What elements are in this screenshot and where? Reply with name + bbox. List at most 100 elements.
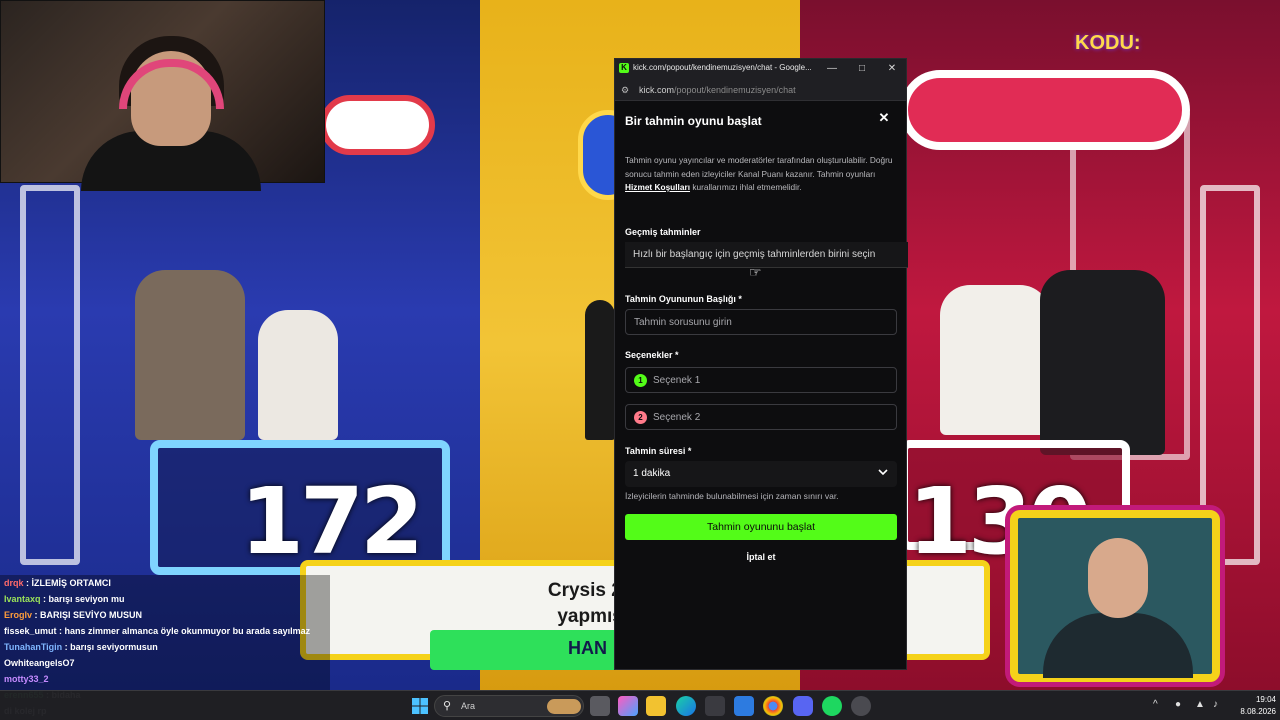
chat-username[interactable]: Ivantaxq xyxy=(4,594,41,604)
option-2-badge: 2 xyxy=(634,411,647,424)
chat-username[interactable]: motty33_2 xyxy=(4,674,49,684)
chat-message: fissek_umut : hans zimmer almanca öyle o… xyxy=(0,623,330,639)
duration-value: 1 dakika xyxy=(633,468,671,479)
decor-pill xyxy=(320,95,435,155)
volume-icon[interactable]: ♪ xyxy=(1213,699,1218,710)
chevron-down-icon xyxy=(878,469,888,476)
taskbar-clock[interactable]: 19:04 8.08.2026 xyxy=(1232,694,1276,718)
history-dropdown[interactable]: Hızlı bir başlangıç için geçmiş tahminle… xyxy=(625,242,908,268)
kick-favicon-icon: K xyxy=(619,63,629,73)
mail-icon[interactable] xyxy=(734,696,754,716)
option-1-input[interactable] xyxy=(653,372,883,388)
terms-link[interactable]: Hizmet Koşulları xyxy=(625,182,690,192)
modal-description: Tahmin oyunu yayıncılar ve moderatörler … xyxy=(625,154,895,195)
url-text[interactable]: kick.com/popout/kendinemuzisyen/chat xyxy=(639,85,796,95)
discord-icon[interactable] xyxy=(793,696,813,716)
chat-message: TunahanTigin : barışı seviyormusun xyxy=(0,639,330,655)
store-icon[interactable] xyxy=(705,696,725,716)
chat-message: drqk : İZLEMİŞ ORTAMCI xyxy=(0,575,330,591)
app-icon[interactable] xyxy=(851,696,871,716)
chat-message: OwhiteangelsO7 xyxy=(0,655,330,671)
chat-username[interactable]: fissek_umut xyxy=(4,626,57,636)
screen: 172 130 Crysis 2, COD:MW2 g yapmış olan … xyxy=(0,0,1280,720)
cancel-button[interactable]: İptal et xyxy=(625,549,897,565)
chat-message: motty33_2 xyxy=(0,671,330,687)
duration-label: Tahmin süresi * xyxy=(625,446,692,456)
tray-chevron-icon[interactable]: ^ xyxy=(1153,699,1158,710)
answer-text: HAN xyxy=(568,638,607,658)
chat-text: barışı seviyon mu xyxy=(48,594,125,604)
chat-username[interactable]: drqk xyxy=(4,578,24,588)
chat-separator: : xyxy=(32,610,41,620)
description-text: Tahmin oyunu yayıncılar ve moderatörler … xyxy=(625,155,893,179)
chat-text: barışı seviyormusun xyxy=(70,642,158,652)
chat-separator: : xyxy=(23,578,32,588)
url-path: /popout/kendinemuzisyen/chat xyxy=(674,85,796,95)
chat-separator: : xyxy=(56,626,65,636)
score-left: 172 xyxy=(240,468,424,575)
search-icon: ⚲ xyxy=(443,700,452,712)
site-settings-icon[interactable]: ⚙ xyxy=(621,84,633,96)
title-field[interactable] xyxy=(625,309,897,335)
chat-username[interactable]: OwhiteangelsO7 xyxy=(4,658,75,668)
stage-stripe xyxy=(1200,185,1260,565)
wifi-icon[interactable]: ▲ xyxy=(1195,699,1205,710)
mouse-cursor-icon: ☞ xyxy=(749,264,762,280)
task-view-icon[interactable] xyxy=(590,696,610,716)
chrome-icon[interactable] xyxy=(763,696,783,716)
browser-popup-window[interactable]: K kick.com/popout/kendinemuzisyen/chat -… xyxy=(614,58,908,670)
title-label: Tahmin Oyununun Başlığı * xyxy=(625,294,742,304)
window-titlebar[interactable]: K kick.com/popout/kendinemuzisyen/chat -… xyxy=(615,59,906,79)
chat-message: Ivantaxq : barışı seviyon mu xyxy=(0,591,330,607)
microphone-icon[interactable]: ● xyxy=(1175,699,1181,710)
description-end: kurallarımızı ihlal etmemelidir. xyxy=(692,182,802,192)
chat-message: Eroglv : BARIŞI SEVİYO MUSUN xyxy=(0,607,330,623)
chat-text: BARIŞI SEVİYO MUSUN xyxy=(40,610,143,620)
search-highlight-icon xyxy=(547,699,581,714)
clock-time: 19:04 xyxy=(1255,695,1276,704)
search-placeholder: Ara xyxy=(461,701,476,711)
stage-stripe xyxy=(20,185,80,565)
chat-username[interactable]: Eroglv xyxy=(4,610,32,620)
option-1-badge: 1 xyxy=(634,374,647,387)
url-host: kick.com xyxy=(639,85,675,95)
title-input[interactable] xyxy=(634,314,884,330)
chat-separator: : xyxy=(62,642,71,652)
modal-close-icon[interactable]: ✕ xyxy=(877,111,891,125)
modal-title: Bir tahmin oyunu başlat xyxy=(625,114,762,128)
address-bar[interactable]: ⚙ kick.com/popout/kendinemuzisyen/chat xyxy=(615,79,906,101)
history-placeholder: Hızlı bir başlangıç için geçmiş tahminle… xyxy=(633,249,876,260)
option-1-field[interactable]: 1 xyxy=(625,367,897,393)
maximize-button[interactable]: □ xyxy=(847,61,877,77)
contestant xyxy=(940,285,1050,435)
start-prediction-button[interactable]: Tahmin oyununu başlat xyxy=(625,514,897,540)
windows-start-icon[interactable] xyxy=(410,696,430,716)
corner-code-text: KODU: xyxy=(1075,32,1141,54)
file-explorer-icon[interactable] xyxy=(646,696,666,716)
chat-username[interactable]: TunahanTigin xyxy=(4,642,62,652)
option-2-field[interactable]: 2 xyxy=(625,404,897,430)
minimize-button[interactable]: — xyxy=(817,61,847,77)
streamer-webcam xyxy=(0,0,325,191)
duration-hint: İzleyicilerin tahminde bulunabilmesi içi… xyxy=(625,491,839,501)
contestant xyxy=(585,300,615,440)
portrait-frame xyxy=(1010,510,1220,682)
clock-date: 8.08.2026 xyxy=(1240,707,1276,716)
window-title: kick.com/popout/kendinemuzisyen/chat - G… xyxy=(633,63,812,72)
contestant xyxy=(1040,270,1165,455)
contestant xyxy=(258,310,338,440)
taskbar-search[interactable]: ⚲ Ara xyxy=(434,695,584,717)
contestant xyxy=(135,270,245,440)
chat-text: hans zimmer almanca öyle okunmuyor bu ar… xyxy=(64,626,311,636)
edge-icon[interactable] xyxy=(676,696,696,716)
close-window-button[interactable]: ✕ xyxy=(877,61,907,77)
decor-pill xyxy=(900,70,1190,150)
copilot-icon[interactable] xyxy=(618,696,638,716)
answer-band: HAN xyxy=(430,630,630,670)
spotify-icon[interactable] xyxy=(822,696,842,716)
taskbar: ⚲ Ara ^ ● ▲ ♪ 19:04 8.08.2026 xyxy=(0,690,1280,720)
options-label: Seçenekler * xyxy=(625,350,679,360)
chat-separator: : xyxy=(40,594,49,604)
duration-select[interactable]: 1 dakika xyxy=(625,461,897,487)
option-2-input[interactable] xyxy=(653,409,883,425)
